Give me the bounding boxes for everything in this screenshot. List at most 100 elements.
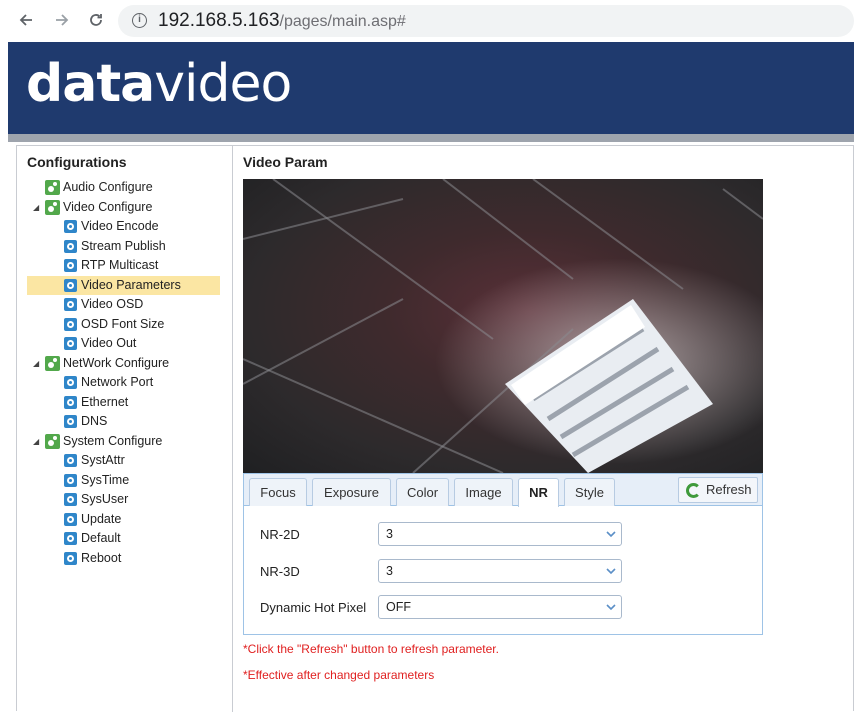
- sidebar-item-label: SysTime: [81, 473, 130, 487]
- tab-nr[interactable]: NR: [518, 478, 559, 507]
- tab-focus[interactable]: Focus: [249, 478, 307, 506]
- address-bar[interactable]: i 192.168.5.163/pages/main.asp#: [118, 5, 854, 37]
- page-icon: [64, 337, 77, 350]
- sidebar-item-label: Stream Publish: [81, 239, 166, 253]
- page-icon: [64, 279, 77, 292]
- sidebar-item-label: SystAttr: [81, 453, 125, 467]
- browser-toolbar: i 192.168.5.163/pages/main.asp#: [0, 0, 854, 40]
- page-icon: [64, 493, 77, 506]
- nr-2d-label: NR-2D: [260, 527, 300, 542]
- sidebar-item[interactable]: ◢ Video Configure: [29, 198, 219, 217]
- sidebar-item[interactable]: DNS: [27, 412, 220, 431]
- sidebar-item-label: SysUser: [81, 492, 129, 506]
- forward-button[interactable]: [50, 8, 74, 32]
- gear-icon: [45, 434, 60, 449]
- main-frame: Configurations Audio Configure ◢ Video Con…: [16, 145, 854, 712]
- sidebar-item-label: Audio Configure: [63, 180, 153, 194]
- sidebar-item-label: Default: [81, 531, 121, 545]
- sidebar-item[interactable]: OSD Font Size: [27, 315, 220, 334]
- sidebar-item-label: Update: [81, 512, 122, 526]
- chevron-down-icon: [606, 568, 616, 575]
- gear-icon: [45, 356, 60, 371]
- tab-color[interactable]: Color: [396, 478, 449, 506]
- sidebar-item[interactable]: Video OSD: [27, 295, 220, 314]
- dynamic-hot-pixel-value: OFF: [386, 600, 411, 614]
- arrow-right-icon: [56, 14, 69, 26]
- app-header: datavideo: [8, 42, 854, 134]
- sidebar-item[interactable]: ◢ System Configure: [29, 432, 219, 451]
- sidebar-item-label: Video Parameters: [81, 278, 181, 292]
- sidebar-item[interactable]: Update: [27, 510, 220, 529]
- page-icon: [64, 259, 77, 272]
- expand-toggle-icon[interactable]: ◢: [33, 204, 41, 212]
- reload-button[interactable]: [84, 8, 108, 32]
- page-icon: [64, 532, 77, 545]
- sidebar-item[interactable]: Default: [27, 529, 220, 548]
- refresh-button[interactable]: Refresh: [678, 477, 758, 503]
- sidebar-item[interactable]: Audio Configure: [29, 178, 219, 197]
- sidebar-item[interactable]: SysTime: [27, 471, 220, 490]
- sidebar-item[interactable]: Ethernet: [27, 393, 220, 412]
- header-divider: [8, 134, 854, 142]
- page-icon: [64, 376, 77, 389]
- page-icon: [64, 513, 77, 526]
- nr-3d-select[interactable]: 3: [378, 559, 622, 583]
- sidebar-item-label: Video Out: [81, 336, 137, 350]
- expand-toggle-icon[interactable]: ◢: [33, 438, 41, 446]
- page-icon: [64, 396, 77, 409]
- sidebar-item[interactable]: Stream Publish: [27, 237, 220, 256]
- sidebar-item-label: DNS: [81, 414, 108, 428]
- url-text[interactable]: 192.168.5.163/pages/main.asp#: [158, 10, 406, 32]
- refresh-label: Refresh: [706, 482, 752, 497]
- sidebar-item[interactable]: Video Out: [27, 334, 220, 353]
- page-icon: [64, 318, 77, 331]
- chevron-down-icon: [606, 604, 616, 611]
- datavideo-logo: datavideo: [26, 54, 292, 114]
- page-icon: [64, 474, 77, 487]
- sidebar-item[interactable]: Reboot: [27, 549, 220, 568]
- page-icon: [64, 220, 77, 233]
- sidebar-item-label: Ethernet: [81, 395, 129, 409]
- page-icon: [64, 415, 77, 428]
- sidebar-item[interactable]: ◢ NetWork Configure: [29, 354, 219, 373]
- page-icon: [64, 454, 77, 467]
- tab-image[interactable]: Image: [454, 478, 513, 506]
- sidebar-item[interactable]: SystAttr: [27, 451, 220, 470]
- sidebar-item[interactable]: Network Port: [27, 373, 220, 392]
- video-preview: [243, 179, 763, 473]
- reload-icon: [90, 14, 102, 26]
- sidebar-item[interactable]: Video Parameters: [27, 276, 220, 295]
- tab-exposure[interactable]: Exposure: [312, 478, 391, 506]
- dynamic-hot-pixel-select[interactable]: OFF: [378, 595, 622, 619]
- sidebar-item[interactable]: SysUser: [27, 490, 220, 509]
- nr-2d-select[interactable]: 3: [378, 522, 622, 546]
- video-frame-image: [243, 179, 763, 473]
- sidebar-item[interactable]: Video Encode: [27, 217, 220, 236]
- sidebar-item-label: Reboot: [81, 551, 122, 565]
- dynamic-hot-pixel-label: Dynamic Hot Pixel: [260, 600, 367, 615]
- url-path: /pages/main.asp#: [279, 13, 406, 30]
- sidebar-item-label: Video Encode: [81, 219, 159, 233]
- refresh-icon: [686, 483, 701, 498]
- nr-3d-label: NR-3D: [260, 564, 300, 579]
- sidebar-item-label: RTP Multicast: [81, 258, 159, 272]
- sidebar-item-label: Network Port: [81, 375, 154, 389]
- expand-toggle-icon[interactable]: ◢: [33, 360, 41, 368]
- tab-style[interactable]: Style: [564, 478, 615, 506]
- gear-icon: [45, 180, 60, 195]
- param-tabs-panel: Refresh Focus Exposure Color Image NR Style N…: [243, 473, 763, 635]
- info-icon[interactable]: i: [132, 13, 147, 28]
- logo-bold-text: data: [26, 54, 155, 114]
- configurations-sidebar: Configurations Audio Configure ◢ Video Con…: [17, 146, 233, 712]
- sidebar-item-label: System Configure: [63, 434, 163, 448]
- page-icon: [64, 552, 77, 565]
- sidebar-item[interactable]: RTP Multicast: [27, 256, 220, 275]
- sidebar-item-label: Video OSD: [81, 297, 144, 311]
- url-host: 192.168.5.163: [158, 10, 280, 31]
- chevron-down-icon: [606, 531, 616, 538]
- nr-2d-value: 3: [386, 527, 393, 541]
- gear-icon: [45, 200, 60, 215]
- nr-3d-value: 3: [386, 564, 393, 578]
- refresh-note: *Click the "Refresh" button to refresh p…: [243, 642, 499, 656]
- back-button[interactable]: [14, 8, 38, 32]
